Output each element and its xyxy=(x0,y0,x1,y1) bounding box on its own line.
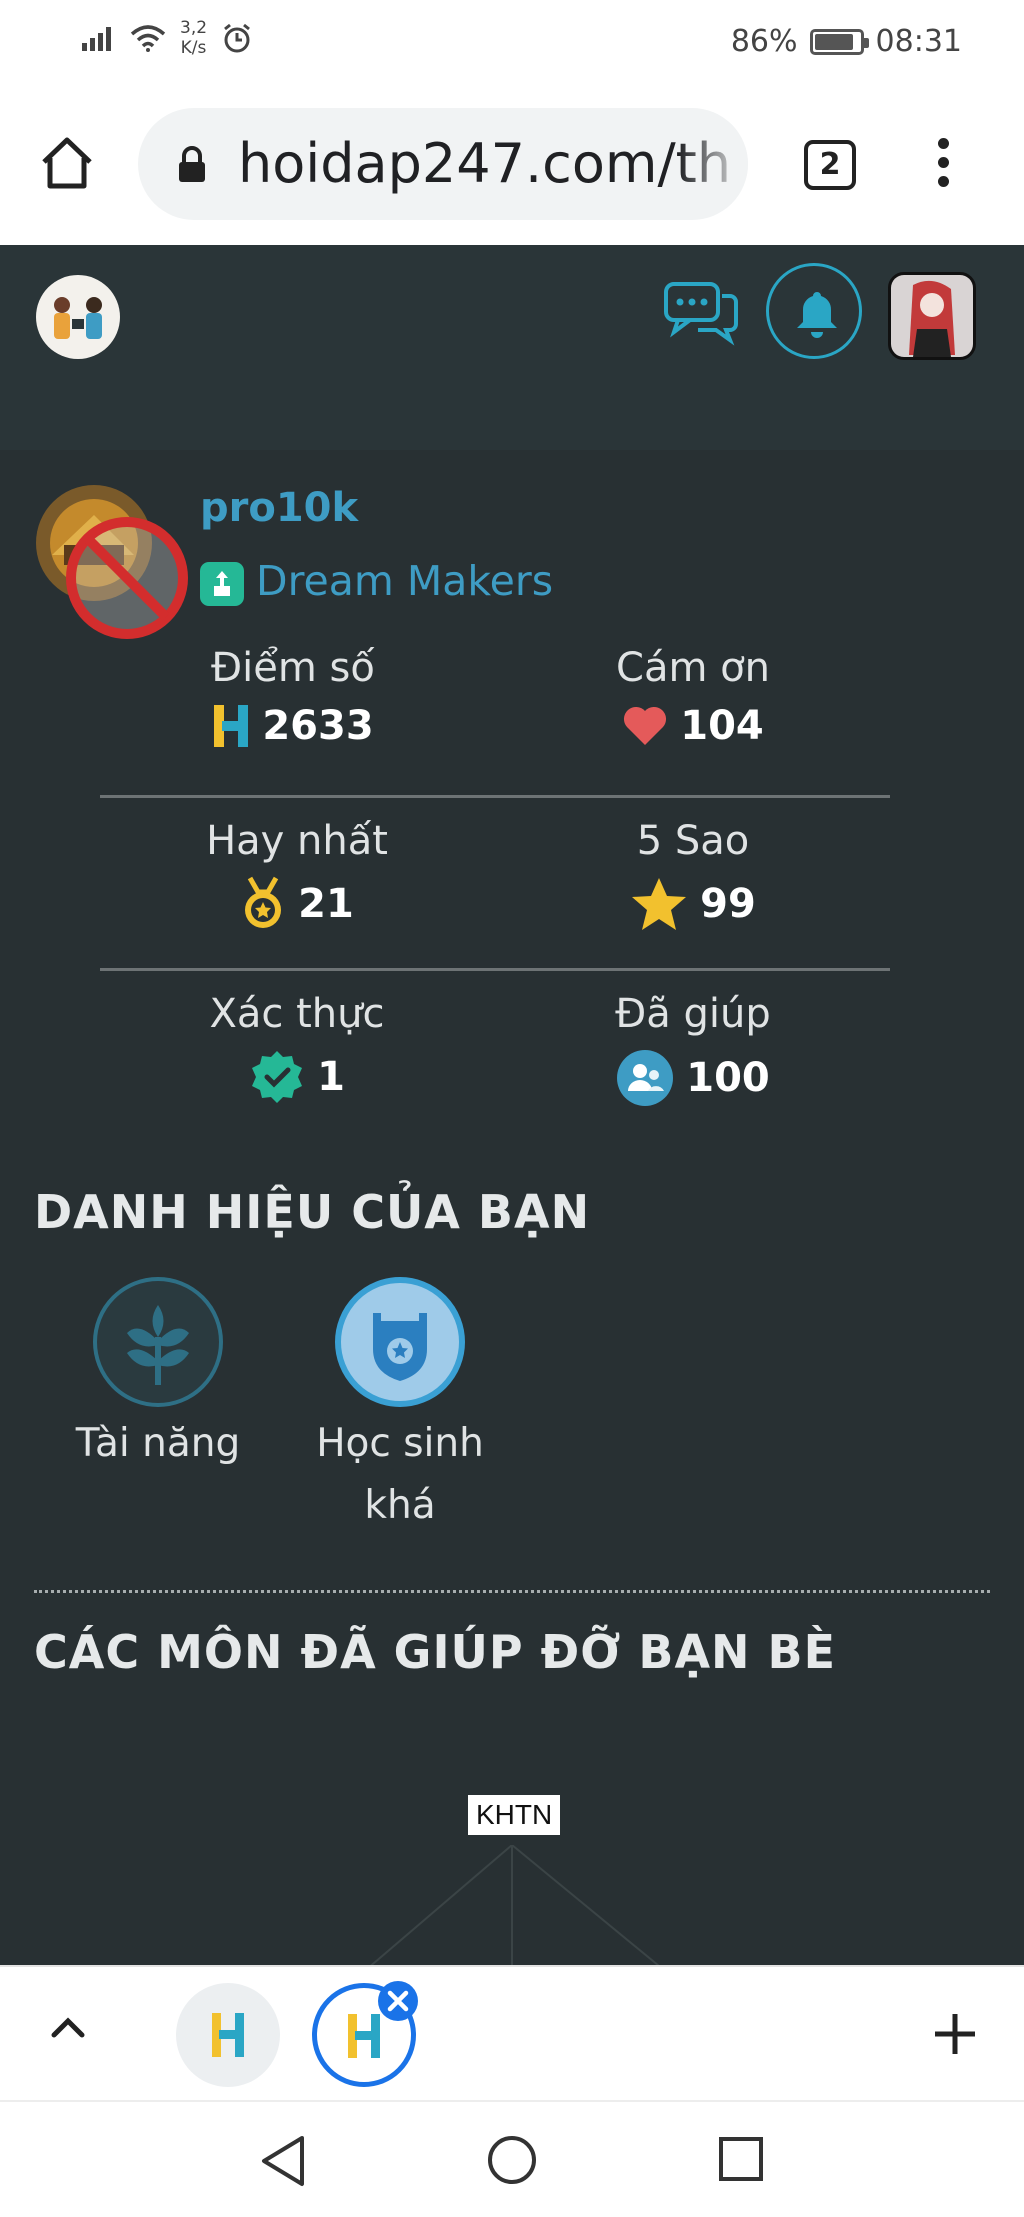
user-avatar[interactable] xyxy=(888,272,976,360)
stat-value: 1 xyxy=(317,1054,345,1100)
verified-icon xyxy=(252,1051,303,1103)
badge-talent[interactable]: Tài năng xyxy=(58,1277,258,1475)
battery-icon xyxy=(809,28,869,55)
wifi-icon xyxy=(130,25,166,52)
new-tab-icon[interactable] xyxy=(930,2009,980,2059)
stat-label: 5 Sao xyxy=(636,818,750,864)
team-name[interactable]: Dream Makers xyxy=(256,557,553,605)
stat-value: 100 xyxy=(686,1055,770,1101)
back-icon[interactable] xyxy=(258,2134,308,2188)
heart-icon xyxy=(624,706,667,745)
recents-icon[interactable] xyxy=(718,2136,764,2182)
lock-icon xyxy=(179,146,205,182)
team-icon xyxy=(200,562,244,606)
stat-value: 104 xyxy=(680,703,764,749)
divider xyxy=(100,968,890,971)
medal-icon xyxy=(245,876,282,928)
h-logo-icon xyxy=(214,705,249,747)
ban-icon xyxy=(66,517,188,639)
subjects-heading: CÁC MÔN ĐÃ GIÚP ĐỠ BẠN BÈ xyxy=(34,1625,837,1679)
section-divider xyxy=(34,1590,990,1593)
close-tab-icon[interactable] xyxy=(376,1979,420,2023)
stat-points: Điểm số 2633 xyxy=(143,645,443,749)
stat-label: Hay nhất xyxy=(206,818,388,864)
address-bar[interactable]: hoidap247.com/th xyxy=(138,108,748,220)
divider xyxy=(100,795,890,798)
username[interactable]: pro10k xyxy=(200,485,358,531)
stat-verified: Xác thực 1 xyxy=(147,991,447,1105)
badge-label: Tài năng xyxy=(75,1421,241,1466)
tab-strip xyxy=(0,1965,1024,2100)
site-logo[interactable] xyxy=(36,275,120,359)
messages-icon[interactable] xyxy=(664,280,738,346)
stat-value: 2633 xyxy=(262,703,374,749)
stat-value: 99 xyxy=(700,881,756,927)
browser-toolbar: hoidap247.com/th 2 xyxy=(0,90,1024,245)
stat-label: Đã giúp xyxy=(615,991,771,1037)
alarm-icon xyxy=(224,23,250,53)
site-content: pro10k Dream Makers Điểm số 2633 Cám ơn … xyxy=(0,245,1024,1965)
home-icon[interactable] xyxy=(36,132,98,194)
leaf-icon xyxy=(93,1277,223,1407)
status-bar: 3,2 K/s 86% 08:31 xyxy=(0,0,1024,90)
stat-label: Cám ơn xyxy=(616,645,770,691)
stat-best: Hay nhất 21 xyxy=(147,818,447,932)
tab-thumbnail[interactable] xyxy=(176,1983,280,2087)
stat-five-star: 5 Sao 99 xyxy=(543,818,843,932)
people-icon xyxy=(617,1050,674,1106)
stat-value: 21 xyxy=(298,881,354,927)
star-icon xyxy=(632,878,687,930)
stat-label: Điểm số xyxy=(211,645,375,691)
notifications-button[interactable] xyxy=(766,263,862,359)
chevron-up-icon[interactable] xyxy=(46,2005,90,2049)
home-nav-icon[interactable] xyxy=(486,2134,538,2186)
network-speed: 3,2 K/s xyxy=(180,18,208,58)
titles-heading: DANH HIỆU CỦA BẠN xyxy=(34,1185,591,1239)
clock: 08:31 xyxy=(875,24,962,59)
battery-percent: 86% xyxy=(730,24,798,59)
badge-label: Học sinh khá xyxy=(316,1421,484,1528)
system-nav-bar xyxy=(0,2100,1024,2217)
site-header xyxy=(0,245,1024,450)
shield-star-icon xyxy=(335,1277,465,1407)
url-text: hoidap247.com/th xyxy=(238,132,732,195)
chart-tree-lines xyxy=(370,1845,660,1965)
chart-root-node: KHTN xyxy=(468,1795,561,1835)
badge-good-student[interactable]: Học sinh khá xyxy=(300,1277,500,1537)
signal-icon xyxy=(82,27,111,51)
bell-icon xyxy=(797,292,837,338)
stat-label: Xác thực xyxy=(209,991,385,1037)
tab-switcher-button[interactable]: 2 xyxy=(804,140,856,190)
stat-thanks: Cám ơn 104 xyxy=(543,645,843,749)
menu-icon[interactable] xyxy=(928,138,958,194)
stat-helped: Đã giúp 100 xyxy=(543,991,843,1107)
